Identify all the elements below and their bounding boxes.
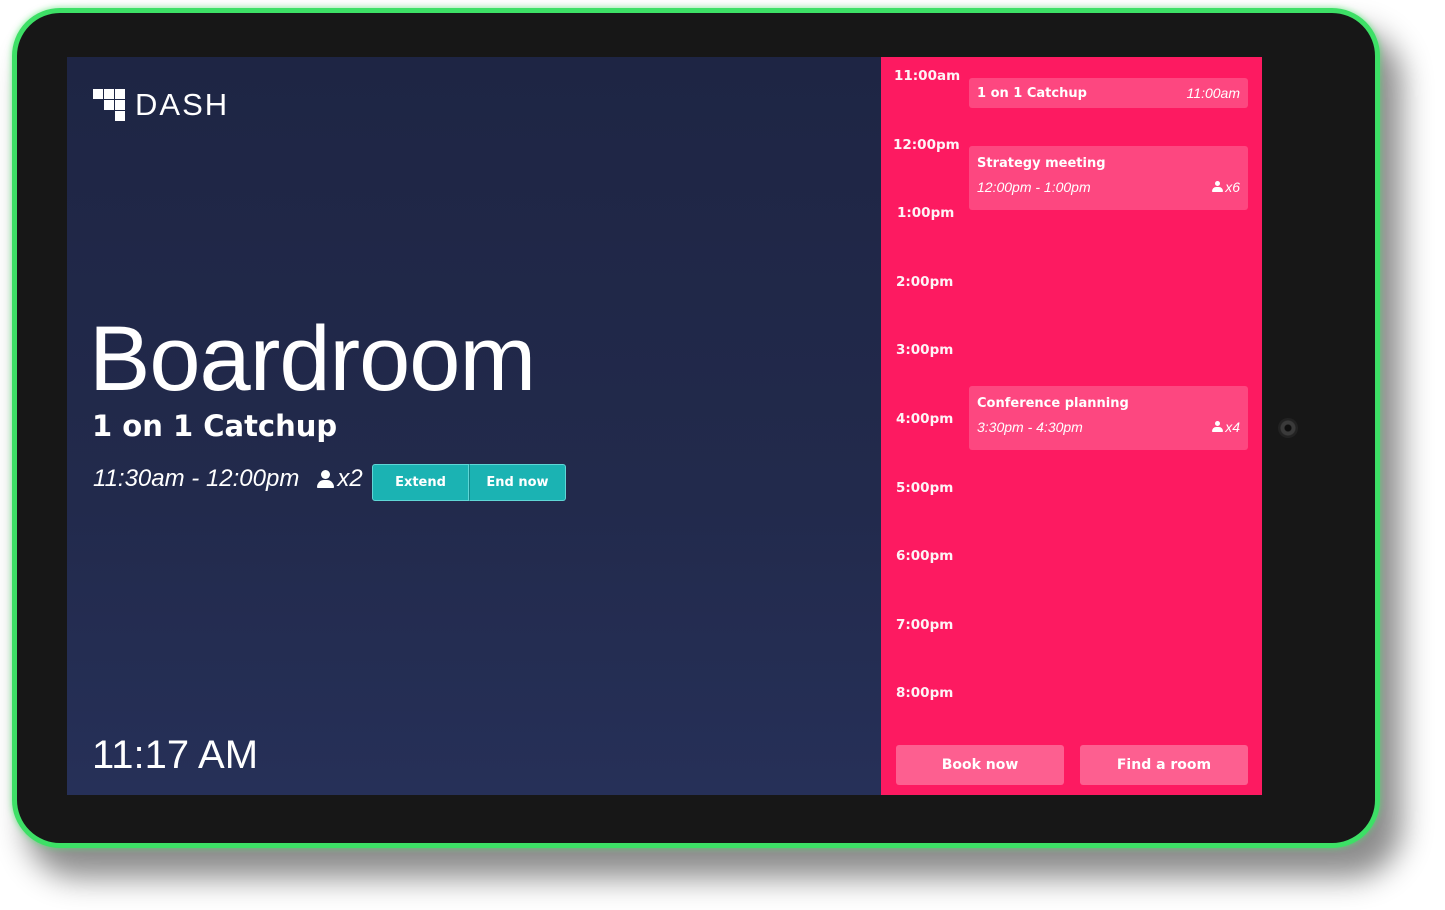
hour-label: 11:00am	[894, 68, 961, 84]
current-meeting-attendees: x2	[317, 465, 363, 493]
current-meeting-title: 1 on 1 Catchup	[92, 409, 338, 443]
room-status-panel: DASH Boardroom 1 on 1 Catchup 11:30am - …	[67, 57, 881, 795]
hour-label: 2:00pm	[896, 274, 954, 290]
hour-label: 3:00pm	[896, 342, 954, 358]
event-title: Strategy meeting	[977, 156, 1106, 171]
person-icon	[317, 470, 335, 488]
event-time: 3:30pm - 4:30pm	[977, 419, 1083, 435]
event-attendees: x4	[1212, 419, 1240, 435]
brand-logo: DASH	[93, 87, 229, 123]
schedule-event[interactable]: Conference planning 3:30pm - 4:30pm x4	[969, 386, 1248, 450]
hour-label: 12:00pm	[893, 137, 960, 153]
hour-label: 7:00pm	[896, 617, 954, 633]
event-time: 11:00am	[1186, 85, 1240, 101]
schedule-event[interactable]: 1 on 1 Catchup 11:00am	[969, 78, 1248, 108]
room-name: Boardroom	[89, 308, 536, 410]
find-a-room-button[interactable]: Find a room	[1080, 745, 1248, 785]
schedule-event[interactable]: Strategy meeting 12:00pm - 1:00pm x6	[969, 146, 1248, 210]
book-now-button[interactable]: Book now	[896, 745, 1064, 785]
camera-icon	[1278, 418, 1298, 438]
hour-label: 5:00pm	[896, 480, 954, 496]
attendee-count: x4	[1225, 419, 1240, 435]
current-time: 11:17 AM	[92, 733, 259, 777]
brand-name: DASH	[135, 87, 230, 122]
hour-label: 1:00pm	[897, 205, 955, 221]
person-icon	[1212, 421, 1224, 432]
extend-button[interactable]: Extend	[372, 464, 469, 501]
hour-label: 4:00pm	[896, 411, 954, 427]
event-title: 1 on 1 Catchup	[977, 85, 1087, 101]
attendee-count: x2	[337, 465, 363, 492]
person-icon	[1212, 181, 1224, 192]
meeting-actions: Extend End now	[372, 464, 566, 501]
current-meeting-meta: 11:30am - 12:00pm x2	[93, 465, 363, 493]
current-meeting-time: 11:30am - 12:00pm	[93, 465, 300, 492]
event-attendees: x6	[1212, 179, 1240, 195]
room-display-screen: DASH Boardroom 1 on 1 Catchup 11:30am - …	[67, 57, 1262, 795]
event-time: 12:00pm - 1:00pm	[977, 179, 1091, 195]
attendee-count: x6	[1225, 179, 1240, 195]
end-now-button[interactable]: End now	[469, 464, 566, 501]
schedule-panel[interactable]: 11:00am 12:00pm 1:00pm 2:00pm 3:00pm 4:0…	[881, 57, 1262, 795]
hour-label: 6:00pm	[896, 548, 954, 564]
dash-logo-icon	[93, 89, 125, 121]
hour-label: 8:00pm	[896, 685, 954, 701]
event-title: Conference planning	[977, 396, 1129, 411]
